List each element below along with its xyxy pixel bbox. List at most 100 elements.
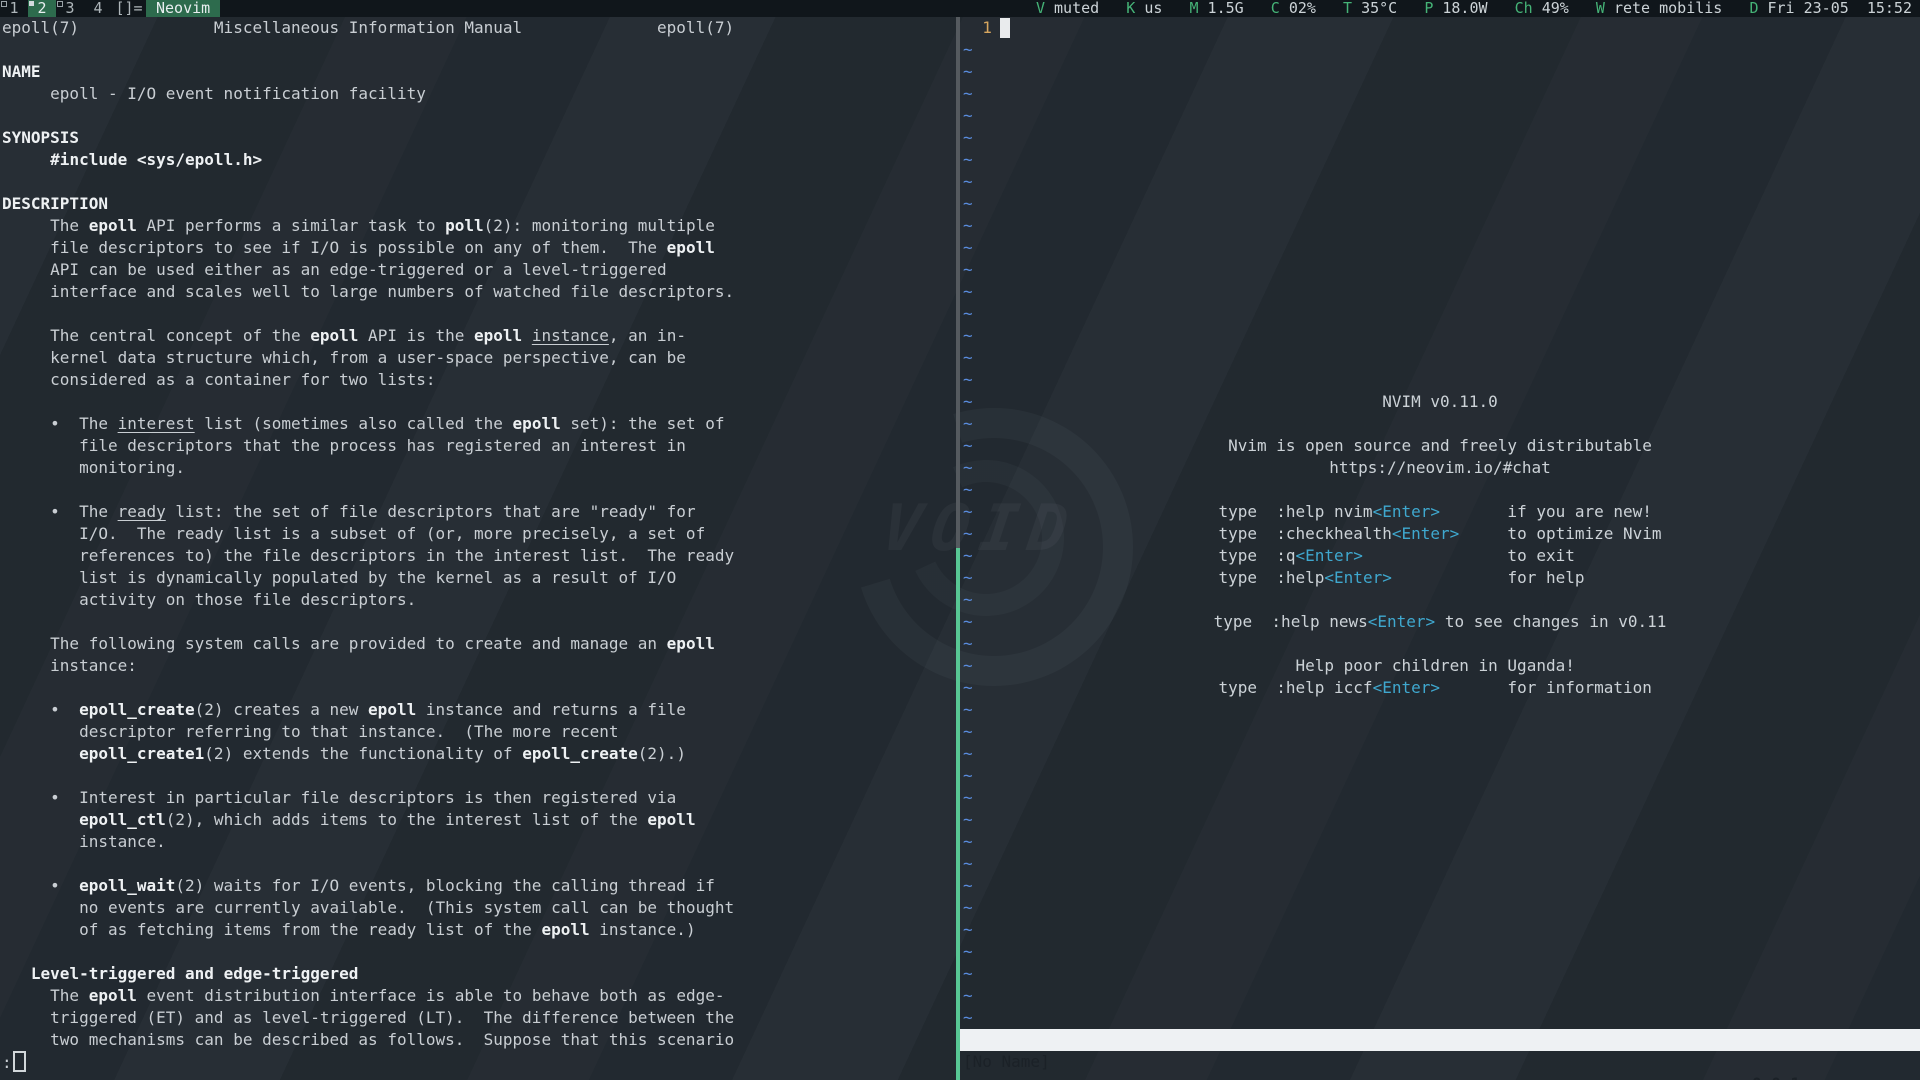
nvim-empty-row: ~ bbox=[960, 941, 1920, 963]
tilde-marker: ~ bbox=[963, 875, 973, 897]
tilde-marker: ~ bbox=[963, 941, 973, 963]
layout-symbol[interactable]: []= bbox=[112, 0, 146, 17]
nvim-empty-row: ~ bbox=[960, 589, 1920, 611]
terminal-pane-man-epoll[interactable]: epoll(7) Miscellaneous Information Manua… bbox=[0, 17, 956, 1080]
tilde-marker: ~ bbox=[963, 237, 973, 259]
man-line: Level-triggered and edge-triggered bbox=[0, 963, 956, 985]
tilde-marker: ~ bbox=[963, 1007, 973, 1029]
tilde-marker: ~ bbox=[963, 787, 973, 809]
status-key-C: C bbox=[1271, 0, 1280, 17]
tilde-marker: ~ bbox=[963, 523, 973, 545]
man-line: I/O. The ready list is a subset of (or, … bbox=[0, 523, 956, 545]
man-line: activity on those file descriptors. bbox=[0, 589, 956, 611]
tilde-marker: ~ bbox=[963, 171, 973, 193]
nvim-empty-row: ~ bbox=[960, 281, 1920, 303]
tilde-marker: ~ bbox=[963, 765, 973, 787]
man-line: file descriptors to see if I/O is possib… bbox=[0, 237, 956, 259]
man-line bbox=[0, 853, 956, 875]
tag-client-indicator-icon bbox=[57, 1, 63, 7]
nvim-empty-row: ~ bbox=[960, 875, 1920, 897]
nvim-empty-row: ~type :help<Enter> for help bbox=[960, 567, 1920, 589]
man-line: list is dynamically populated by the ker… bbox=[0, 567, 956, 589]
nvim-empty-row: ~ bbox=[960, 259, 1920, 281]
nvim-empty-row: ~ bbox=[960, 413, 1920, 435]
nvim-line-1: 1 bbox=[960, 17, 1920, 39]
nvim-empty-row: ~ bbox=[960, 149, 1920, 171]
tilde-marker: ~ bbox=[963, 193, 973, 215]
tilde-marker: ~ bbox=[963, 545, 973, 567]
status-key-M: M bbox=[1190, 0, 1199, 17]
nvim-intro-line: https://neovim.io/#chat bbox=[960, 457, 1920, 479]
man-line: • The interest list (sometimes also call… bbox=[0, 413, 956, 435]
nvim-empty-row: ~ bbox=[960, 633, 1920, 655]
nvim-empty-row: ~ bbox=[960, 171, 1920, 193]
nvim-empty-row: ~type :checkhealth<Enter> to optimize Nv… bbox=[960, 523, 1920, 545]
nvim-intro-line: type :help<Enter> for help bbox=[960, 567, 1920, 589]
neovim-command-line[interactable] bbox=[960, 1051, 1920, 1080]
tilde-marker: ~ bbox=[963, 963, 973, 985]
nvim-empty-row: ~ bbox=[960, 809, 1920, 831]
tilde-marker: ~ bbox=[963, 105, 973, 127]
nvim-empty-row: ~ bbox=[960, 369, 1920, 391]
focused-window-title[interactable]: Neovim bbox=[146, 0, 220, 17]
nvim-empty-row: ~Nvim is open source and freely distribu… bbox=[960, 435, 1920, 457]
tilde-marker: ~ bbox=[963, 611, 973, 633]
tilde-marker: ~ bbox=[963, 919, 973, 941]
nvim-empty-row: ~NVIM v0.11.0 bbox=[960, 391, 1920, 413]
man-line: epoll_ctl(2), which adds items to the in… bbox=[0, 809, 956, 831]
man-line bbox=[0, 39, 956, 61]
man-line: API can be used either as an edge-trigge… bbox=[0, 259, 956, 281]
workspace-tag-1[interactable]: 1 bbox=[0, 0, 28, 17]
nvim-intro-line: type :help iccf<Enter> for information bbox=[960, 677, 1920, 699]
tilde-marker: ~ bbox=[963, 677, 973, 699]
nvim-empty-row: ~ bbox=[960, 479, 1920, 501]
window-separator bbox=[956, 17, 960, 1080]
man-line: • epoll_create(2) creates a new epoll in… bbox=[0, 699, 956, 721]
neovim-pane[interactable]: 1 ~~~~~~~~~~~~~~~~~NVIM v0.11.0~~Nvim is… bbox=[960, 17, 1920, 1080]
tilde-marker: ~ bbox=[963, 259, 973, 281]
neovim-buffer-area: 1 ~~~~~~~~~~~~~~~~~NVIM v0.11.0~~Nvim is… bbox=[960, 17, 1920, 1029]
nvim-empty-row: ~ bbox=[960, 1007, 1920, 1029]
man-line: epoll - I/O event notification facility bbox=[0, 83, 956, 105]
man-line: instance: bbox=[0, 655, 956, 677]
status-key-T: T bbox=[1343, 0, 1352, 17]
status-key-D: D bbox=[1749, 0, 1758, 17]
man-line: NAME bbox=[0, 61, 956, 83]
workspace-tag-3[interactable]: 3 bbox=[56, 0, 84, 17]
tilde-marker: ~ bbox=[963, 479, 973, 501]
man-line: considered as a container for two lists: bbox=[0, 369, 956, 391]
nvim-intro-line: NVIM v0.11.0 bbox=[960, 391, 1920, 413]
man-line bbox=[0, 391, 956, 413]
nvim-cursor bbox=[1000, 18, 1010, 38]
man-line: references to) the file descriptors in t… bbox=[0, 545, 956, 567]
nvim-empty-row: ~ bbox=[960, 215, 1920, 237]
tilde-marker: ~ bbox=[963, 325, 973, 347]
tilde-marker: ~ bbox=[963, 853, 973, 875]
separator-green-segment bbox=[956, 548, 960, 1080]
tilde-marker: ~ bbox=[963, 149, 973, 171]
man-line: #include <sys/epoll.h> bbox=[0, 149, 956, 171]
tilde-marker: ~ bbox=[963, 985, 973, 1007]
tilde-marker: ~ bbox=[963, 83, 973, 105]
tilde-marker: ~ bbox=[963, 589, 973, 611]
nvim-empty-row: ~ bbox=[960, 193, 1920, 215]
nvim-empty-row: ~type :help nvim<Enter> if you are new! bbox=[960, 501, 1920, 523]
man-line: epoll(7) Miscellaneous Information Manua… bbox=[0, 17, 956, 39]
man-line: • The ready list: the set of file descri… bbox=[0, 501, 956, 523]
nvim-empty-row: ~ bbox=[960, 237, 1920, 259]
nvim-empty-row: ~ bbox=[960, 61, 1920, 83]
nvim-empty-row: ~ bbox=[960, 787, 1920, 809]
nvim-empty-row: ~type :q<Enter> to exit bbox=[960, 545, 1920, 567]
status-key-Ch: Ch bbox=[1515, 0, 1533, 17]
man-line bbox=[0, 303, 956, 325]
nvim-empty-row: ~ bbox=[960, 699, 1920, 721]
pager-prompt-row[interactable]: : bbox=[0, 1051, 956, 1073]
workspace-tag-2[interactable]: 2 bbox=[28, 0, 56, 17]
nvim-empty-row: ~ bbox=[960, 985, 1920, 1007]
workspace-tag-4[interactable]: 4 bbox=[84, 0, 112, 17]
tilde-marker: ~ bbox=[963, 699, 973, 721]
nvim-empty-row: ~ bbox=[960, 963, 1920, 985]
nvim-empty-row: ~type :help iccf<Enter> for information bbox=[960, 677, 1920, 699]
man-line: no events are currently available. (This… bbox=[0, 897, 956, 919]
nvim-empty-row: ~Help poor children in Uganda! bbox=[960, 655, 1920, 677]
